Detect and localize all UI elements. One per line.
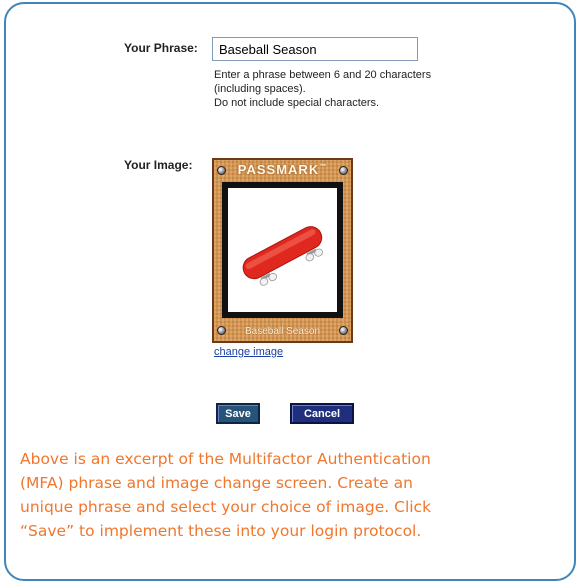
phrase-help-line: Do not include special characters.	[214, 97, 380, 109]
skateboard-icon	[242, 226, 323, 286]
passmark-trademark: ™	[319, 163, 328, 171]
cancel-button[interactable]: Cancel	[290, 403, 354, 424]
change-image-link[interactable]: change image	[214, 346, 283, 358]
phrase-label: Your Phrase:	[124, 41, 198, 55]
passmark-frame	[222, 182, 343, 318]
passmark-brand: PASSMARK™	[214, 162, 351, 177]
explanation-caption: Above is an excerpt of the Multifactor A…	[20, 447, 572, 543]
caption-line: Above is an excerpt of the Multifactor A…	[20, 450, 431, 468]
caption-line: (MFA) phrase and image change screen. Cr…	[20, 474, 413, 492]
phrase-help-line: Enter a phrase between 6 and 20 characte…	[214, 69, 432, 81]
passmark-caption: Baseball Season	[244, 326, 321, 337]
phrase-help-text: Enter a phrase between 6 and 20 characte…	[214, 68, 514, 110]
info-card: Your Phrase: Enter a phrase between 6 an…	[4, 2, 576, 581]
phrase-help-line: (including spaces).	[214, 83, 306, 95]
caption-line: unique phrase and select your choice of …	[20, 498, 432, 516]
caption-line: “Save” to implement these into your logi…	[20, 522, 422, 540]
phrase-input[interactable]	[212, 37, 418, 61]
passmark-brand-text: PASSMARK	[237, 162, 320, 177]
save-button[interactable]: Save	[216, 403, 260, 424]
passmark-image: PASSMARK™ Baseball Season	[212, 158, 353, 343]
image-label: Your Image:	[124, 158, 193, 172]
passmark-photo	[228, 188, 337, 312]
